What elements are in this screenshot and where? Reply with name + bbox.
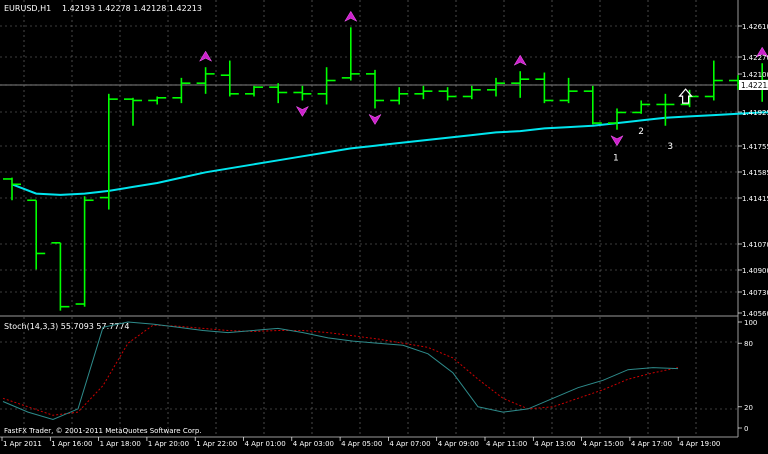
stoch-indicator-label: Stoch(14,3,3) 55.7093 57.7774	[4, 322, 130, 331]
price-tick-label: 1.42100	[742, 71, 768, 79]
price-tick-label: 1.41415	[742, 195, 768, 203]
ohlc-values: 1.42193 1.42278 1.42128 1.42213	[62, 4, 202, 13]
time-tick-label: 1 Apr 22:00	[196, 440, 237, 448]
time-tick-label: 4 Apr 15:00	[583, 440, 624, 448]
time-tick-label: 1 Apr 16:00	[51, 440, 92, 448]
time-tick-label: 1 Apr 18:00	[100, 440, 141, 448]
time-tick-label: 4 Apr 03:00	[293, 440, 334, 448]
symbol-timeframe-label: EURUSD,H1	[4, 4, 51, 13]
price-tick-label: 1.41585	[742, 169, 768, 177]
numbered-marker: 3	[667, 142, 673, 152]
chart-window[interactable]: EURUSD,H1 1.42193 1.42278 1.42128 1.4221…	[0, 0, 768, 450]
copyright-footer: FastFX Trader, © 2001-2011 MetaQuotes So…	[4, 427, 202, 435]
numbered-marker: 2	[638, 127, 644, 137]
price-tick-label: 1.40900	[742, 267, 768, 275]
price-tick-label: 1.42610	[742, 23, 768, 31]
time-tick-label: 4 Apr 11:00	[486, 440, 527, 448]
time-tick-label: 4 Apr 05:00	[341, 440, 382, 448]
stoch-tick-label: 20	[744, 404, 753, 412]
price-tick-label: 1.41925	[742, 109, 768, 117]
time-tick-label: 1 Apr 2011	[3, 440, 42, 448]
time-tick-label: 4 Apr 07:00	[389, 440, 430, 448]
time-tick-label: 1 Apr 20:00	[148, 440, 189, 448]
stoch-tick-label: 80	[744, 340, 753, 348]
price-tick-label: 1.41755	[742, 143, 768, 151]
current-price-label: 1.42213	[741, 81, 768, 90]
time-tick-label: 4 Apr 13:00	[534, 440, 575, 448]
time-tick-label: 4 Apr 19:00	[679, 440, 720, 448]
price-tick-label: 1.42270	[742, 54, 768, 62]
stoch-tick-label: 0	[744, 425, 748, 433]
price-tick-label: 1.40560	[742, 310, 768, 318]
time-tick-label: 4 Apr 09:00	[438, 440, 479, 448]
stoch-tick-label: 100	[744, 319, 757, 327]
time-tick-label: 4 Apr 01:00	[245, 440, 286, 448]
chart-canvas[interactable]: EURUSD,H1 1.42193 1.42278 1.42128 1.4221…	[0, 0, 768, 450]
time-tick-label: 4 Apr 17:00	[631, 440, 672, 448]
price-tick-label: 1.40730	[742, 289, 768, 297]
numbered-marker: 1	[613, 154, 619, 164]
price-tick-label: 1.41070	[742, 241, 768, 249]
